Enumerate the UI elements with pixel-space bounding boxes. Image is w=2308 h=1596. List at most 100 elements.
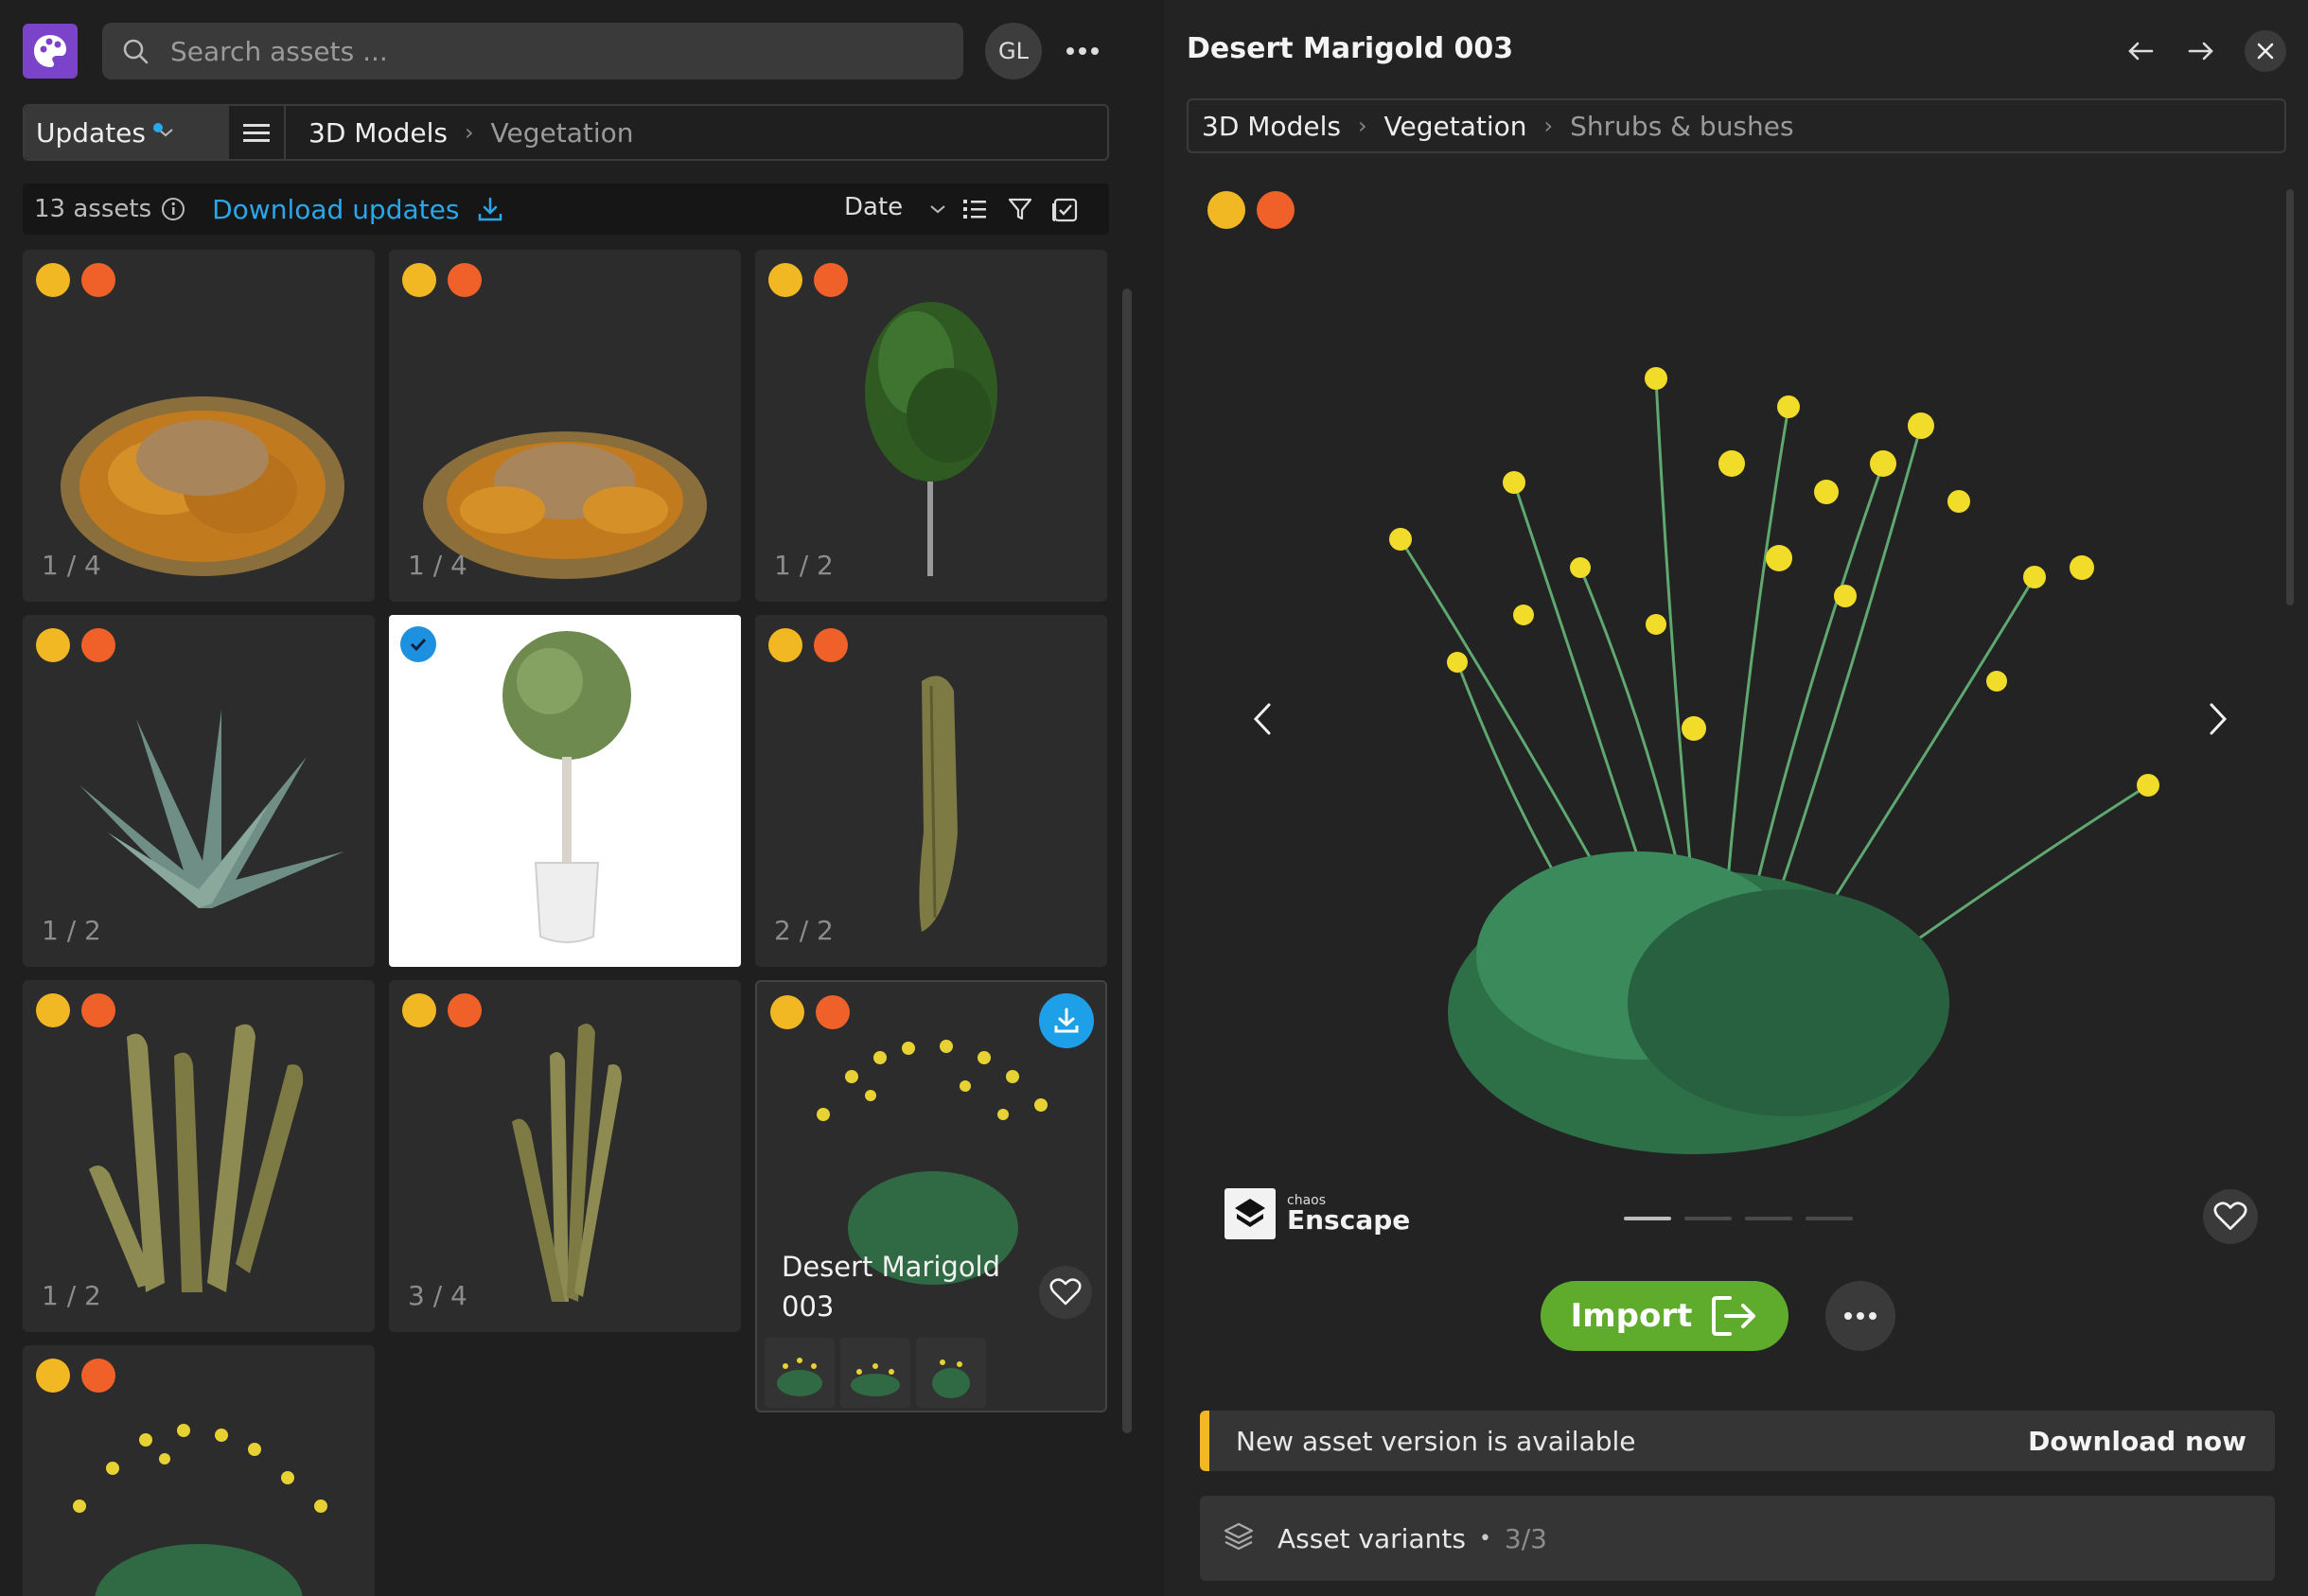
search-input[interactable] xyxy=(170,35,927,67)
breadcrumb-3d-models[interactable]: 3D Models xyxy=(1202,111,1341,142)
variants-label: Asset variants xyxy=(1277,1522,1466,1554)
download-icon xyxy=(1054,1008,1079,1033)
variant-thumbnails xyxy=(765,1338,986,1408)
update-available-icon xyxy=(36,993,70,1027)
variant-thumbnail-2[interactable] xyxy=(840,1338,910,1408)
info-icon[interactable] xyxy=(161,197,185,221)
grid-scrollbar[interactable] xyxy=(1122,289,1132,1433)
arrow-right-icon xyxy=(2188,42,2213,61)
download-now-button[interactable]: Download now xyxy=(2028,1426,2246,1457)
update-available-icon xyxy=(402,263,436,297)
asset-browser-pane: GL Updates 3D Models › Vegetation xyxy=(0,0,1147,1596)
pagination-dot[interactable] xyxy=(1806,1217,1853,1220)
arrow-left-icon xyxy=(2128,42,2154,61)
variant-counter: 1 / 2 xyxy=(774,550,834,581)
enscape-logo-icon xyxy=(1224,1188,1276,1239)
more-horizontal-icon xyxy=(1066,47,1099,55)
chevron-right-icon xyxy=(2210,703,2228,735)
more-actions-button[interactable] xyxy=(1825,1281,1895,1351)
ko-format-icon xyxy=(81,628,115,662)
asset-card-desert-marigold[interactable]: Desert Marigold 003 xyxy=(755,980,1107,1412)
user-avatar[interactable]: GL xyxy=(985,23,1042,79)
more-options-button[interactable] xyxy=(1064,32,1101,70)
separator-dot: • xyxy=(1478,1526,1491,1551)
list-view-icon[interactable] xyxy=(961,196,988,222)
update-available-icon xyxy=(36,1359,70,1393)
close-detail-button[interactable] xyxy=(2245,30,2286,72)
asset-card[interactable]: 1 / 4 xyxy=(389,250,741,602)
brand-name: Enscape xyxy=(1287,1203,1411,1236)
update-available-icon xyxy=(768,263,802,297)
notice-message: New asset version is available xyxy=(1236,1425,1636,1457)
update-available-icon xyxy=(402,993,436,1027)
hamburger-icon xyxy=(243,124,270,142)
chevron-right-icon: › xyxy=(1357,113,1367,139)
ko-format-icon xyxy=(814,628,848,662)
variant-counter: 1 / 4 xyxy=(408,550,467,581)
asset-card[interactable]: 3 / 4 xyxy=(389,980,741,1332)
update-available-icon xyxy=(768,628,802,662)
ko-format-icon xyxy=(81,993,115,1027)
select-mode-icon[interactable] xyxy=(1050,195,1079,223)
asset-card[interactable]: 2 / 2 xyxy=(755,615,1107,967)
next-asset-button[interactable] xyxy=(2182,32,2220,70)
search-bar[interactable] xyxy=(102,23,963,79)
variant-thumbnail-1[interactable] xyxy=(765,1338,835,1408)
breadcrumb-3d-models[interactable]: 3D Models xyxy=(308,117,448,149)
variant-counter: 1 / 2 xyxy=(42,915,101,946)
selected-check-icon[interactable] xyxy=(400,626,436,662)
sort-dropdown[interactable]: Date xyxy=(844,193,946,221)
updates-notification-dot xyxy=(153,123,163,132)
asset-card[interactable]: 1 / 4 xyxy=(23,250,375,602)
pagination-dot-active[interactable] xyxy=(1624,1217,1671,1220)
chevron-left-icon xyxy=(1253,703,1271,735)
detail-scrollbar[interactable] xyxy=(2286,189,2294,605)
heart-icon xyxy=(1049,1278,1082,1306)
asset-preview-image[interactable] xyxy=(1164,180,2281,1230)
app-logo[interactable] xyxy=(23,24,78,79)
import-button[interactable]: Import xyxy=(1541,1281,1788,1351)
download-asset-button[interactable] xyxy=(1039,993,1094,1048)
pagination-dot[interactable] xyxy=(1684,1217,1732,1220)
asset-card[interactable]: 1 / 2 xyxy=(23,980,375,1332)
variants-cube-icon xyxy=(1224,1522,1254,1551)
updates-filter-dropdown[interactable]: Updates xyxy=(25,106,229,159)
asset-badges xyxy=(402,993,482,1027)
asset-card-selected[interactable] xyxy=(389,615,741,967)
update-available-icon xyxy=(770,995,804,1029)
ko-format-icon xyxy=(814,263,848,297)
enscape-brand: chaos Enscape xyxy=(1224,1188,1410,1239)
breadcrumb-vegetation[interactable]: Vegetation xyxy=(1384,111,1527,142)
favorite-button[interactable] xyxy=(2203,1189,2258,1244)
asset-variants-section[interactable]: Asset variants • 3/3 xyxy=(1200,1496,2275,1581)
variant-counter: 1 / 4 xyxy=(42,550,101,581)
asset-thumbnail xyxy=(502,631,631,943)
menu-button[interactable] xyxy=(229,106,286,159)
search-icon xyxy=(123,39,149,64)
close-icon xyxy=(2257,43,2274,60)
asset-card[interactable]: 1 / 2 xyxy=(23,615,375,967)
asset-badges xyxy=(768,263,848,297)
variant-thumbnail-3[interactable] xyxy=(916,1338,986,1408)
asset-badges xyxy=(36,993,115,1027)
asset-badges xyxy=(770,995,850,1029)
previous-image-button[interactable] xyxy=(1240,696,1285,742)
pagination-dot[interactable] xyxy=(1745,1217,1792,1220)
download-updates-link[interactable]: Download updates xyxy=(212,194,459,225)
asset-card[interactable] xyxy=(23,1345,375,1596)
ko-format-icon xyxy=(448,993,482,1027)
variant-counter: 2 / 2 xyxy=(774,915,834,946)
library-breadcrumb-bar: Updates 3D Models › Vegetation xyxy=(23,104,1109,161)
next-image-button[interactable] xyxy=(2195,696,2241,742)
asset-card[interactable]: 1 / 2 xyxy=(755,250,1107,602)
previous-asset-button[interactable] xyxy=(2122,32,2159,70)
favorite-button[interactable] xyxy=(1039,1266,1092,1319)
breadcrumb-vegetation[interactable]: Vegetation xyxy=(491,117,634,149)
filter-icon[interactable] xyxy=(1007,196,1033,222)
breadcrumb-shrubs-bushes[interactable]: Shrubs & bushes xyxy=(1570,111,1793,142)
heart-icon xyxy=(2213,1201,2247,1231)
variants-count: 3/3 xyxy=(1504,1522,1547,1554)
results-toolbar: 13 assets Download updates Date xyxy=(23,184,1109,235)
download-icon[interactable] xyxy=(476,195,504,223)
asset-badges xyxy=(402,263,482,297)
